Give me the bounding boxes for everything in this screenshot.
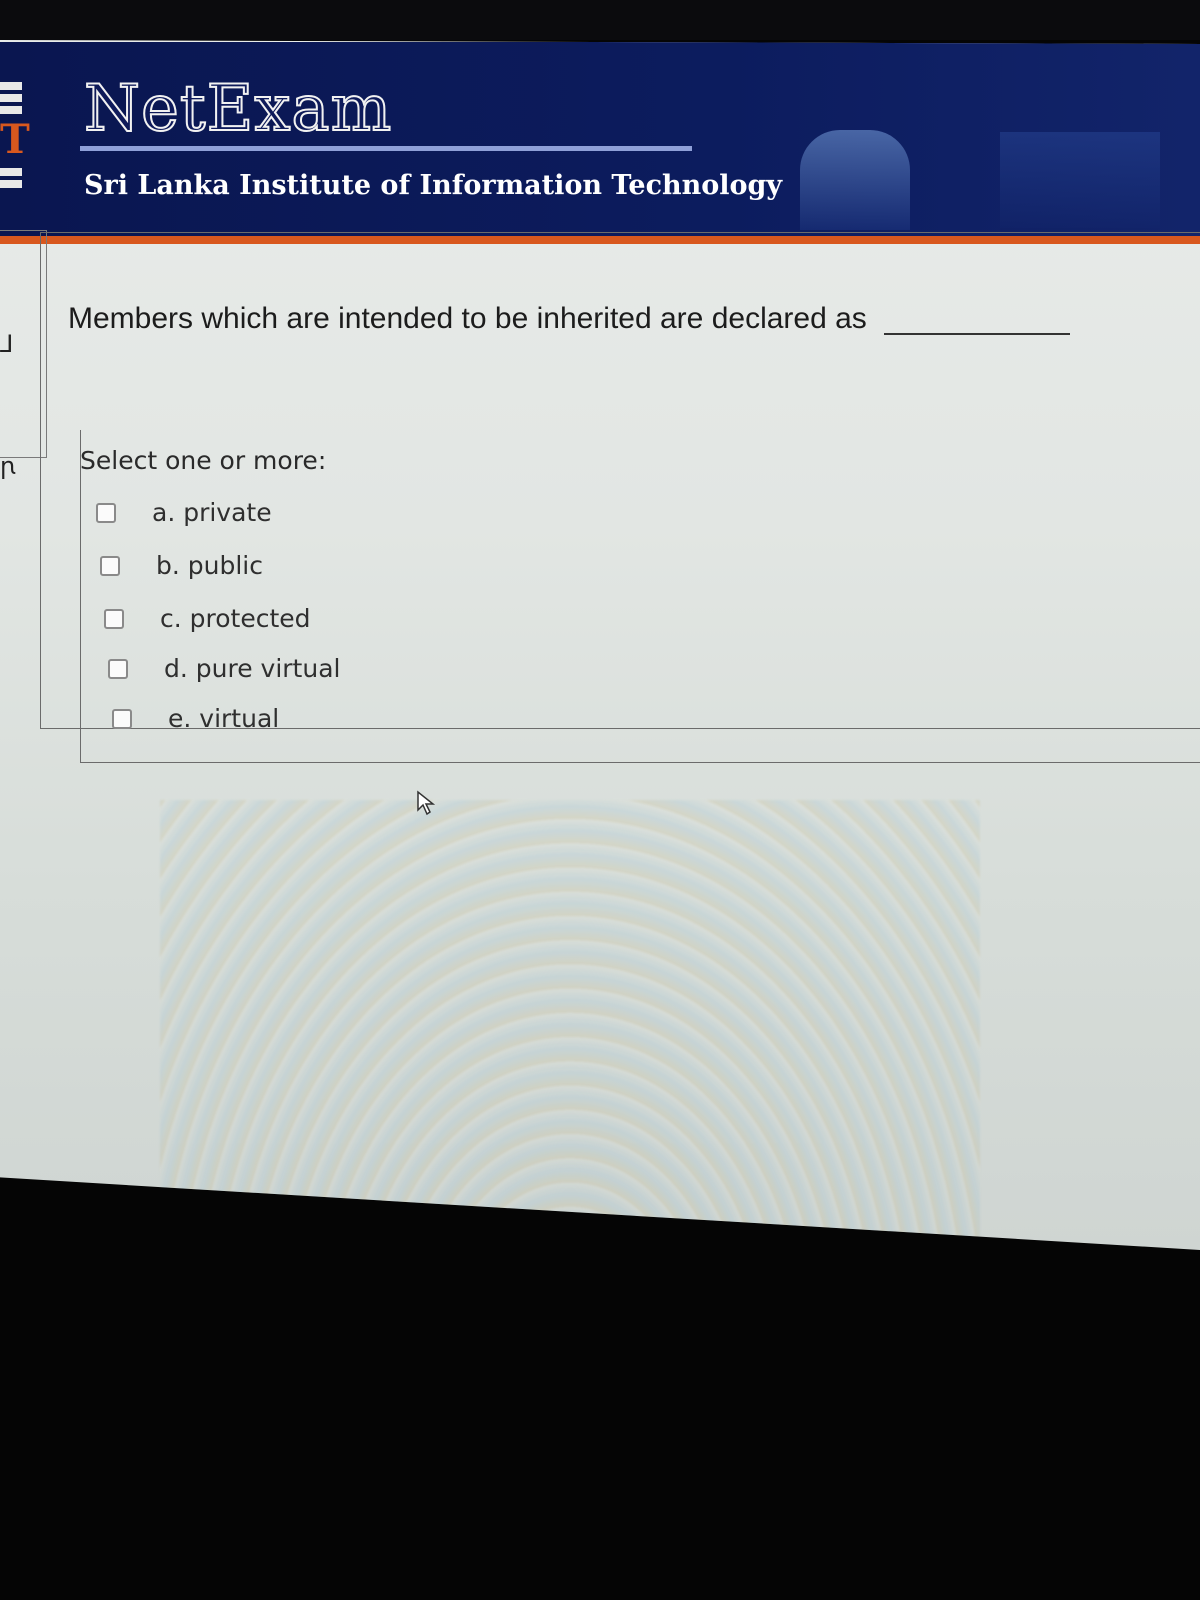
option-public[interactable]: b. public: [100, 551, 263, 580]
site-header: T NetExam Sri Lanka Institute of Informa…: [0, 42, 1200, 238]
option-pure-virtual[interactable]: d. pure virtual: [108, 654, 340, 683]
mouse-pointer-icon: [417, 790, 436, 816]
monitor-bezel: [0, 0, 1200, 40]
header-decoration: [1000, 132, 1160, 228]
sliit-logo: T: [0, 82, 30, 202]
checkbox[interactable]: [104, 608, 124, 629]
moire-pattern: [160, 800, 980, 1250]
option-label: b. public: [156, 551, 263, 580]
option-virtual[interactable]: e. virtual: [112, 704, 279, 733]
option-protected[interactable]: c. protected: [104, 604, 311, 633]
option-private[interactable]: a. private: [96, 498, 272, 527]
checkbox[interactable]: [112, 708, 132, 729]
side-fragment: ꞃ: [0, 452, 16, 480]
header-decoration: [800, 130, 910, 230]
question-text: Members which are intended to be inherit…: [68, 302, 867, 335]
brand-title: NetExam: [83, 71, 393, 147]
option-label: c. protected: [160, 604, 311, 633]
checkbox[interactable]: [100, 555, 120, 576]
organization-name: Sri Lanka Institute of Information Techn…: [84, 170, 783, 201]
select-prompt: Select one or more:: [80, 446, 327, 475]
option-label: a. private: [152, 498, 272, 527]
brand-divider: [80, 146, 692, 151]
option-label: d. pure virtual: [164, 654, 341, 683]
checkbox[interactable]: [96, 502, 116, 523]
answer-blank-line: [884, 333, 1070, 335]
logo-letter: T: [0, 116, 30, 163]
side-fragment: ⅃: [0, 330, 14, 358]
checkbox[interactable]: [108, 658, 128, 679]
option-label: e. virtual: [168, 704, 280, 733]
